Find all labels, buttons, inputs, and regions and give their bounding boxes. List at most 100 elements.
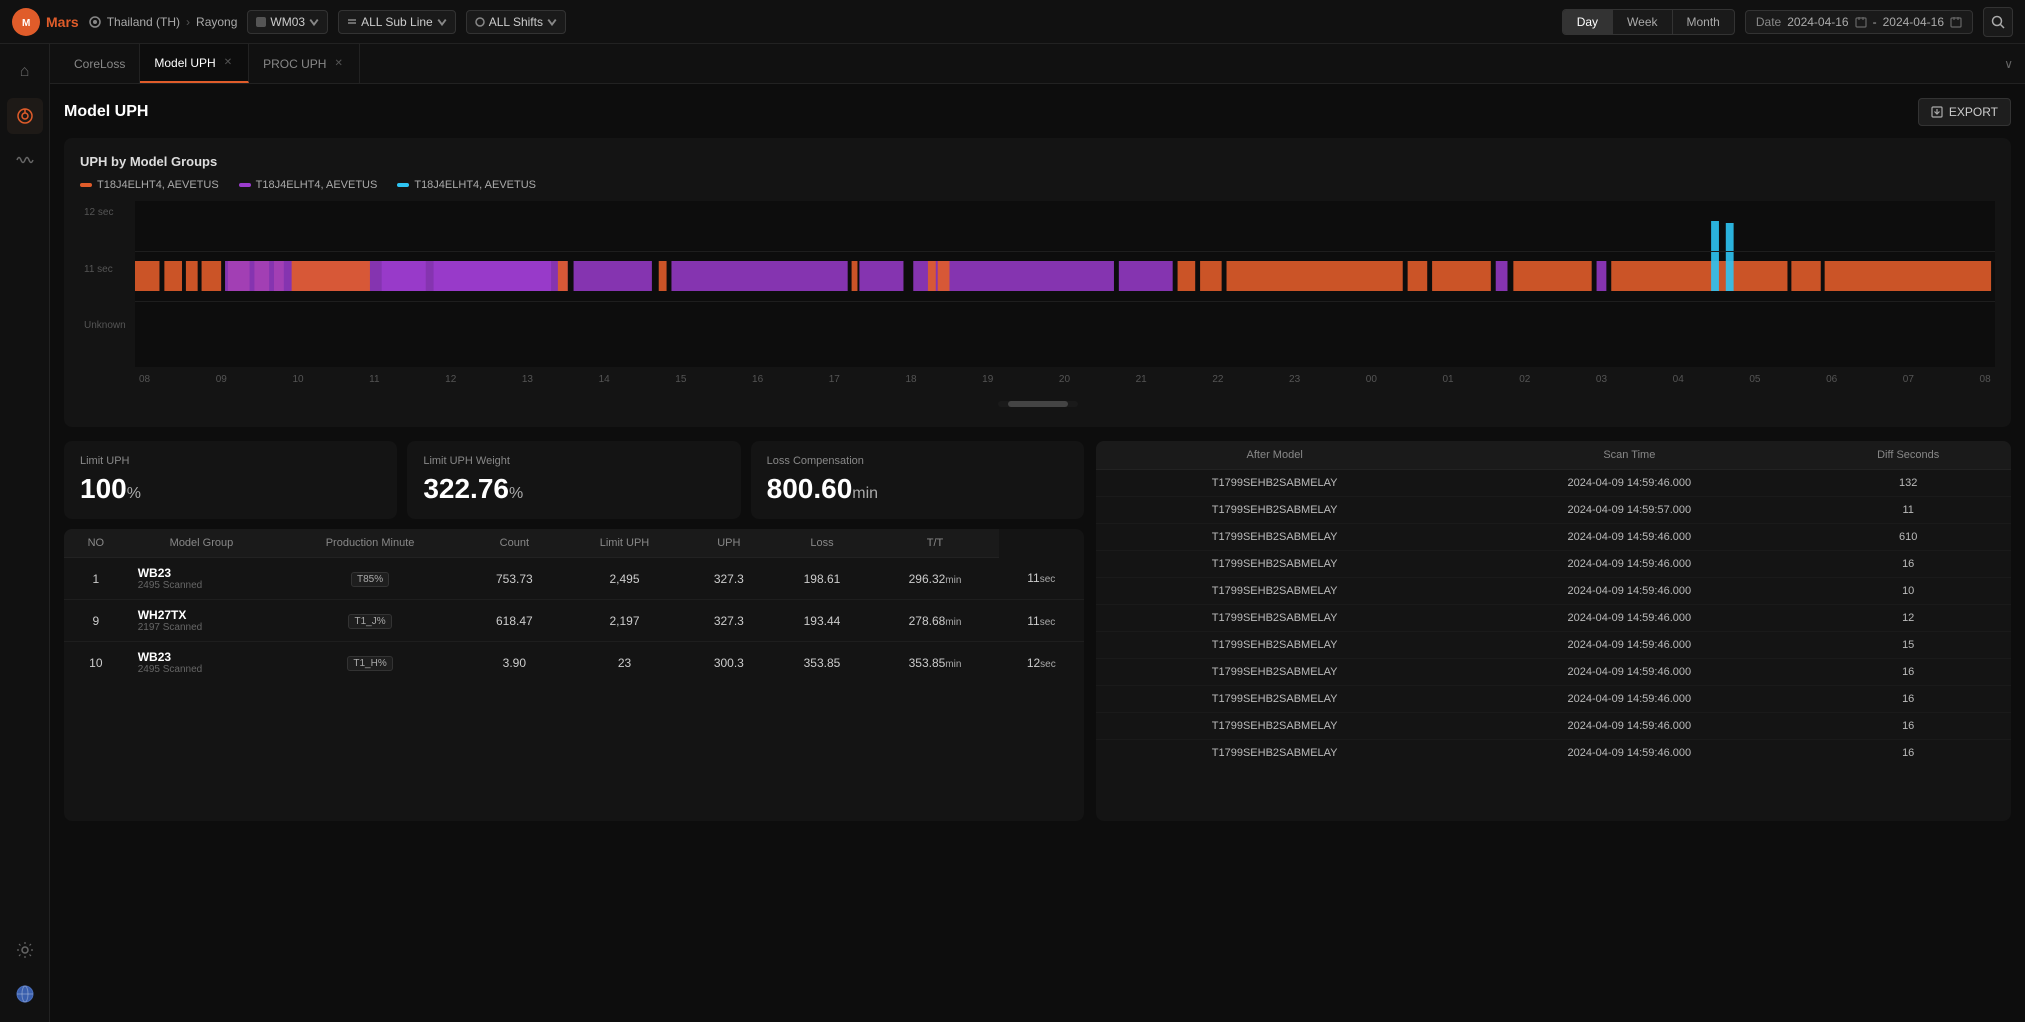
rcell-after-model-7: T1799SEHB2SABMELAY bbox=[1096, 659, 1453, 686]
rcol-diff-seconds: Diff Seconds bbox=[1805, 441, 2011, 470]
rcell-scan-time-6: 2024-04-09 14:59:46.000 bbox=[1453, 632, 1805, 659]
rcell-diff-1: 11 bbox=[1805, 497, 2011, 524]
col-count: Count bbox=[465, 529, 564, 558]
x-label-00: 00 bbox=[1366, 374, 1377, 385]
main-content: CoreLoss Model UPH ✕ PROC UPH ✕ ∨ Model … bbox=[50, 44, 2025, 1022]
chart-svg bbox=[135, 201, 1995, 367]
rcell-diff-0: 132 bbox=[1805, 470, 2011, 497]
x-label-12: 12 bbox=[445, 374, 456, 385]
tab-model-uph[interactable]: Model UPH ✕ bbox=[140, 44, 249, 83]
page-content: Model UPH EXPORT UPH by Model Groups T18… bbox=[50, 84, 2025, 1022]
data-table: NO Model Group Production Minute Count L… bbox=[64, 529, 1084, 683]
page-title: Model UPH bbox=[64, 103, 148, 121]
col-loss: Loss bbox=[772, 529, 871, 558]
x-label-05: 05 bbox=[1749, 374, 1760, 385]
chart-card: UPH by Model Groups T18J4ELHT4, AEVETUS … bbox=[64, 138, 2011, 427]
chart-legend: T18J4ELHT4, AEVETUS T18J4ELHT4, AEVETUS … bbox=[80, 179, 1995, 191]
right-table: After Model Scan Time Diff Seconds T1799… bbox=[1096, 441, 2011, 766]
x-label-14: 14 bbox=[599, 374, 610, 385]
legend-color-0 bbox=[80, 183, 92, 187]
tab-model-uph-close[interactable]: ✕ bbox=[222, 55, 234, 70]
sidebar-bottom bbox=[7, 932, 43, 1012]
col-limit-uph: Limit UPH bbox=[564, 529, 685, 558]
sidebar-icon-home[interactable]: ⌂ bbox=[7, 54, 43, 90]
legend-color-2 bbox=[397, 183, 409, 187]
rcell-scan-time-2: 2024-04-09 14:59:46.000 bbox=[1453, 524, 1805, 551]
legend-label-2: T18J4ELHT4, AEVETUS bbox=[414, 179, 536, 191]
cell-limituph-1: 327.3 bbox=[685, 600, 772, 642]
wm-dropdown[interactable]: WM03 bbox=[247, 10, 328, 34]
scroll-track bbox=[998, 401, 1078, 407]
breadcrumb-sublocation: Rayong bbox=[196, 15, 237, 29]
date-range-picker[interactable]: Date 2024-04-16 - 2024-04-16 bbox=[1745, 10, 1973, 34]
right-table-row: T1799SEHB2SABMELAY 2024-04-09 14:59:46.0… bbox=[1096, 578, 2011, 605]
app-name: Mars bbox=[46, 14, 79, 30]
tab-proc-uph-close[interactable]: ✕ bbox=[332, 56, 344, 71]
right-table-row: T1799SEHB2SABMELAY 2024-04-09 14:59:46.0… bbox=[1096, 686, 2011, 713]
tab-coreloss[interactable]: CoreLoss bbox=[60, 44, 140, 83]
export-button[interactable]: EXPORT bbox=[1918, 98, 2011, 126]
chart-plot-area bbox=[135, 201, 1995, 367]
table-row: 10 WB23 2495 Scanned T1_H% 3.90 23 300.3 bbox=[64, 642, 1084, 684]
day-button[interactable]: Day bbox=[1563, 10, 1613, 34]
subline-dropdown[interactable]: ALL Sub Line bbox=[338, 10, 456, 34]
scroll-thumb bbox=[1008, 401, 1068, 407]
x-label-20: 20 bbox=[1059, 374, 1070, 385]
stat-label-2: Loss Compensation bbox=[767, 455, 1068, 467]
col-prod-min: Production Minute bbox=[275, 529, 465, 558]
legend-label-1: T18J4ELHT4, AEVETUS bbox=[256, 179, 378, 191]
stat-card-limit-uph: Limit UPH 100% bbox=[64, 441, 397, 519]
rcell-after-model-2: T1799SEHB2SABMELAY bbox=[1096, 524, 1453, 551]
search-button[interactable] bbox=[1983, 7, 2013, 37]
tab-model-uph-label: Model UPH bbox=[154, 56, 215, 70]
week-button[interactable]: Week bbox=[1613, 10, 1672, 34]
tab-proc-uph-label: PROC UPH bbox=[263, 57, 326, 71]
rcell-scan-time-3: 2024-04-09 14:59:46.000 bbox=[1453, 551, 1805, 578]
sidebar: ⌂ bbox=[0, 44, 50, 1022]
chart-scroll-indicator bbox=[80, 397, 1995, 411]
shifts-dropdown[interactable]: ALL Shifts bbox=[466, 10, 566, 34]
time-period-selector: Day Week Month bbox=[1562, 9, 1735, 35]
cell-no-0: 1 bbox=[64, 558, 128, 600]
sidebar-icon-settings[interactable] bbox=[7, 932, 43, 968]
chart-y-axis: 12 sec 11 sec Unknown bbox=[80, 201, 135, 367]
cell-tag-0: T85% bbox=[275, 558, 465, 600]
date-to: 2024-04-16 bbox=[1883, 15, 1944, 29]
tab-proc-uph[interactable]: PROC UPH ✕ bbox=[249, 44, 360, 83]
sidebar-icon-chart[interactable] bbox=[7, 98, 43, 134]
right-table-row: T1799SEHB2SABMELAY 2024-04-09 14:59:57.0… bbox=[1096, 497, 2011, 524]
breadcrumb: Thailand (TH) › Rayong bbox=[89, 15, 238, 29]
date-from: 2024-04-16 bbox=[1787, 15, 1848, 29]
chart-title: UPH by Model Groups bbox=[80, 154, 1995, 169]
x-label-03: 03 bbox=[1596, 374, 1607, 385]
cell-prodmin-0: 753.73 bbox=[465, 558, 564, 600]
x-label-11: 11 bbox=[369, 374, 379, 385]
rcell-after-model-1: T1799SEHB2SABMELAY bbox=[1096, 497, 1453, 524]
logo-icon: M bbox=[12, 8, 40, 36]
stat-cards: Limit UPH 100% Limit UPH Weight 322.76% bbox=[64, 441, 1084, 519]
svg-text:M: M bbox=[22, 18, 30, 29]
sidebar-icon-globe[interactable] bbox=[7, 976, 43, 1012]
shifts-value: ALL Shifts bbox=[489, 15, 543, 29]
x-label-08b: 08 bbox=[1980, 374, 1991, 385]
month-button[interactable]: Month bbox=[1673, 10, 1734, 34]
tabs-expand-button[interactable]: ∨ bbox=[1992, 57, 2025, 71]
rcell-after-model-0: T1799SEHB2SABMELAY bbox=[1096, 470, 1453, 497]
stat-label-1: Limit UPH Weight bbox=[423, 455, 724, 467]
rcell-diff-3: 16 bbox=[1805, 551, 2011, 578]
rcell-after-model-6: T1799SEHB2SABMELAY bbox=[1096, 632, 1453, 659]
x-label-04: 04 bbox=[1673, 374, 1684, 385]
rcell-scan-time-10: 2024-04-09 14:59:46.000 bbox=[1453, 740, 1805, 767]
legend-item-2: T18J4ELHT4, AEVETUS bbox=[397, 179, 536, 191]
right-section: After Model Scan Time Diff Seconds T1799… bbox=[1096, 441, 2011, 821]
col-model-group: Model Group bbox=[128, 529, 276, 558]
right-table-row: T1799SEHB2SABMELAY 2024-04-09 14:59:46.0… bbox=[1096, 713, 2011, 740]
cell-model-1: WH27TX 2197 Scanned bbox=[128, 600, 276, 642]
col-no: NO bbox=[64, 529, 128, 558]
page-header: Model UPH EXPORT bbox=[64, 98, 2011, 126]
rcol-after-model: After Model bbox=[1096, 441, 1453, 470]
cell-uph-0: 198.61 bbox=[772, 558, 871, 600]
rcell-after-model-9: T1799SEHB2SABMELAY bbox=[1096, 713, 1453, 740]
sidebar-icon-wave[interactable] bbox=[7, 142, 43, 178]
cell-no-1: 9 bbox=[64, 600, 128, 642]
